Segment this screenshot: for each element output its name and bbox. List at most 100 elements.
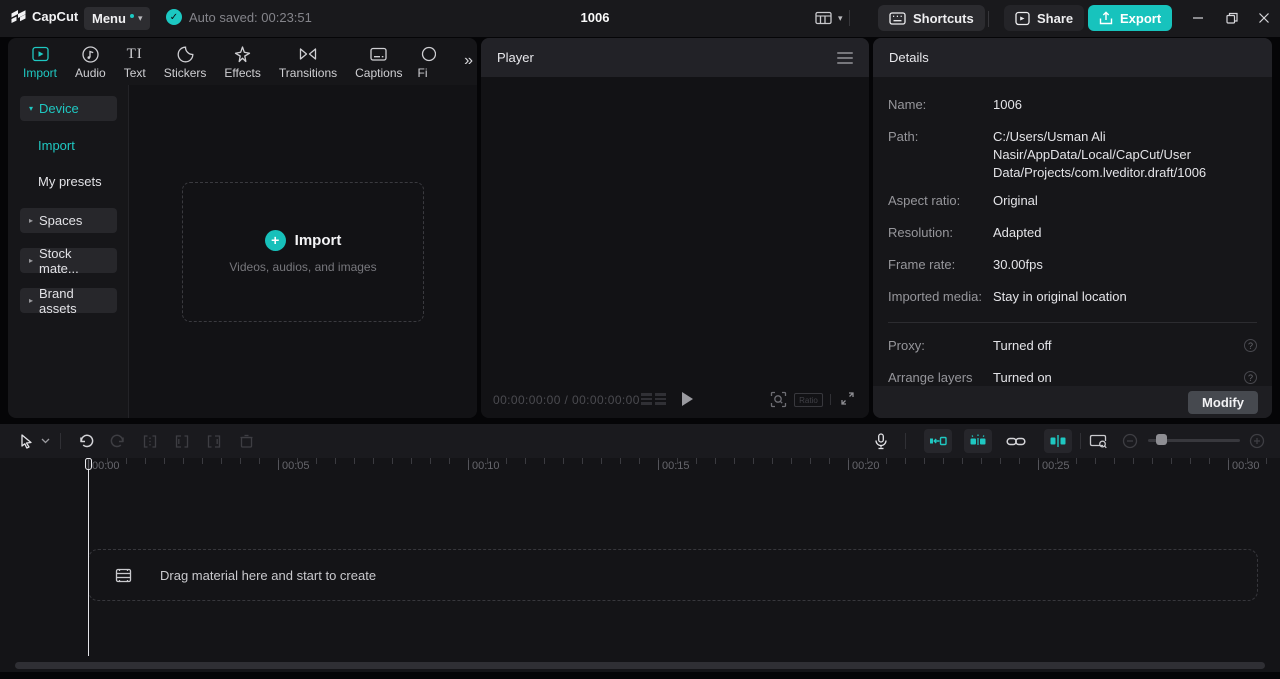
tab-text[interactable]: TI Text <box>115 44 155 81</box>
export-icon <box>1099 11 1113 25</box>
details-footer: Modify <box>873 386 1272 418</box>
share-label: Share <box>1037 10 1074 26</box>
import-dropzone[interactable]: + Import Videos, audios, and images <box>182 181 424 322</box>
layout-icon[interactable] <box>815 11 832 25</box>
row-label: Path: <box>888 129 919 144</box>
menu-button[interactable]: Menu ▾ <box>84 7 151 30</box>
fullscreen-icon[interactable] <box>840 391 855 406</box>
ruler-label: 00:20 <box>848 460 880 472</box>
play-button[interactable] <box>682 392 693 406</box>
delete-right-button[interactable] <box>202 429 226 453</box>
row-label: Name: <box>888 97 927 112</box>
sidebar-group-label: Stock mate... <box>39 245 79 276</box>
ratio-selector[interactable]: Ratio <box>794 393 823 407</box>
details-panel: Details Name: 1006 Path: C:/Users/Usman … <box>873 38 1272 418</box>
delete-left-button[interactable] <box>170 429 194 453</box>
minimize-button[interactable] <box>1184 5 1212 31</box>
details-divider <box>888 322 1257 323</box>
playhead-handle[interactable] <box>85 458 92 470</box>
timeline-zoom-in-button[interactable] <box>1245 429 1269 453</box>
tab-label: Fi <box>417 66 428 80</box>
row-label: Frame rate: <box>888 257 956 272</box>
delete-button[interactable] <box>234 429 258 453</box>
close-button[interactable] <box>1250 5 1278 31</box>
preview-frame-button[interactable] <box>1086 429 1110 453</box>
close-icon <box>1259 13 1269 23</box>
player-controls: 00:00:00:00 / 00:00:00:00 Ratio <box>481 380 869 418</box>
fit-to-screen-icon[interactable] <box>770 391 787 408</box>
details-header: Details <box>873 38 1272 77</box>
frame-list-icon[interactable] <box>641 393 666 405</box>
help-icon[interactable]: ? <box>1244 371 1257 384</box>
auto-snap-toggle[interactable] <box>964 429 992 453</box>
horizontal-scrollbar[interactable] <box>15 662 1265 669</box>
project-title: 1006 <box>580 10 610 25</box>
layout-chevron-icon[interactable]: ▾ <box>838 13 843 24</box>
tab-filters-clipped[interactable]: Fi <box>412 44 436 80</box>
select-tool-chevron-icon[interactable] <box>38 429 52 453</box>
tab-effects[interactable]: Effects <box>215 44 269 80</box>
timeline-toolbar <box>0 424 1280 458</box>
timecode-display: 00:00:00:00 / 00:00:00:00 <box>493 393 640 407</box>
row-value: Turned off <box>993 338 1052 353</box>
minimize-icon <box>1193 17 1203 19</box>
ruler-label: 00:10 <box>468 460 500 472</box>
row-label: Proxy: <box>888 338 925 353</box>
undo-button[interactable] <box>74 429 98 453</box>
player-title: Player <box>497 50 534 65</box>
captions-tab-icon <box>369 44 388 64</box>
tab-label: Effects <box>224 66 261 80</box>
autosave-text: Auto saved: 00:23:51 <box>189 9 312 25</box>
tab-captions[interactable]: Captions <box>346 44 411 80</box>
help-icon[interactable]: ? <box>1244 339 1257 352</box>
export-button[interactable]: Export <box>1088 5 1173 31</box>
text-tab-icon: TI <box>126 45 143 62</box>
share-button[interactable]: Share <box>1004 5 1085 31</box>
timeline-zoom-handle[interactable] <box>1156 434 1167 445</box>
keyboard-icon <box>889 11 906 25</box>
restore-icon <box>1226 12 1238 24</box>
split-button[interactable] <box>138 429 162 453</box>
caret-down-icon: ▾ <box>29 104 34 113</box>
sidebar-group-spaces[interactable]: ▸ Spaces <box>20 208 117 233</box>
timeline-zoom-out-button[interactable] <box>1118 429 1142 453</box>
tab-stickers[interactable]: Stickers <box>155 44 216 80</box>
timeline-ruler[interactable]: 00:00 00:05 00:10 00:15 00:20 00:25 00:3… <box>0 458 1280 478</box>
tab-label: Transitions <box>278 66 338 80</box>
modify-button[interactable]: Modify <box>1188 391 1258 414</box>
shortcuts-button[interactable]: Shortcuts <box>878 5 985 31</box>
select-tool-button[interactable] <box>14 429 38 453</box>
ruler-label: 00:25 <box>1038 460 1070 472</box>
sidebar-item-my-presets[interactable]: My presets <box>38 174 102 189</box>
more-tabs-chevron-icon[interactable]: » <box>464 52 473 70</box>
sidebar-group-label: Spaces <box>39 213 83 228</box>
sidebar-group-brand-assets[interactable]: ▸ Brand assets <box>20 286 117 316</box>
tab-audio[interactable]: Audio <box>66 44 115 80</box>
player-header: Player <box>481 38 869 77</box>
transitions-tab-icon <box>298 44 318 64</box>
tab-label: Stickers <box>163 66 207 80</box>
dropzone-subtitle: Videos, audios, and images <box>229 259 377 274</box>
tab-import[interactable]: Import <box>14 44 66 80</box>
playhead[interactable] <box>84 458 93 658</box>
caret-right-icon: ▸ <box>29 216 34 225</box>
preview-axis-toggle[interactable] <box>1044 429 1072 453</box>
sidebar-group-stock-materials[interactable]: ▸ Stock mate... <box>20 245 117 276</box>
tab-transitions[interactable]: Transitions <box>270 44 346 80</box>
record-voiceover-button[interactable] <box>869 429 893 453</box>
timeline-panel: 00:00 00:05 00:10 00:15 00:20 00:25 00:3… <box>0 424 1280 672</box>
linkage-toggle[interactable] <box>1004 429 1028 453</box>
row-label: Arrange layers <box>888 370 973 385</box>
chevron-down-icon: ▾ <box>137 13 143 23</box>
menu-label: Menu <box>92 11 126 26</box>
timeline-dropzone[interactable]: Drag material here and start to create <box>88 549 1258 601</box>
sidebar-item-import[interactable]: Import <box>38 138 75 153</box>
redo-button[interactable] <box>106 429 130 453</box>
ruler-label: 00:30 <box>1228 460 1260 472</box>
toolbar-divider <box>1080 433 1081 449</box>
restore-button[interactable] <box>1218 5 1246 31</box>
row-value: 1006 <box>993 97 1022 112</box>
sidebar-group-device[interactable]: ▾ Device <box>20 96 117 121</box>
main-track-magnet-toggle[interactable] <box>924 429 952 453</box>
player-menu-icon[interactable] <box>837 51 853 64</box>
